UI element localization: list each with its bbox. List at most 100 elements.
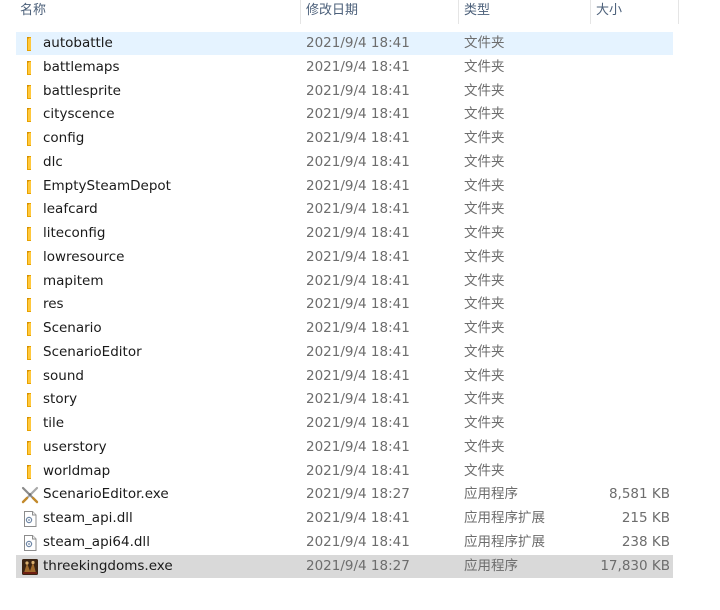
file-row-story[interactable]: story 2021/9/4 18:41 文件夹 bbox=[16, 388, 673, 411]
folder-icon bbox=[21, 463, 39, 481]
file-row-dlc[interactable]: dlc 2021/9/4 18:41 文件夹 bbox=[16, 151, 673, 174]
file-size bbox=[577, 294, 670, 315]
file-name: ScenarioEditor bbox=[43, 343, 142, 360]
file-date-modified: 2021/9/4 18:41 bbox=[306, 130, 410, 146]
column-header-type[interactable]: 类型 bbox=[458, 0, 590, 24]
column-divider[interactable] bbox=[678, 0, 679, 24]
folder-icon bbox=[21, 439, 39, 457]
file-size: 215 KB bbox=[621, 510, 670, 526]
file-type: 文件夹 bbox=[464, 130, 505, 146]
file-type: 文件夹 bbox=[464, 391, 505, 408]
file-size bbox=[577, 33, 670, 54]
file-size bbox=[577, 318, 670, 339]
file-type: 文件夹 bbox=[464, 58, 505, 75]
file-name: Scenario bbox=[43, 320, 102, 336]
file-row-leafcard[interactable]: leafcard 2021/9/4 18:41 文件夹 bbox=[16, 198, 673, 221]
file-row-cityscence[interactable]: cityscence 2021/9/4 18:41 文件夹 bbox=[16, 103, 673, 126]
file-name: tile bbox=[43, 415, 65, 431]
column-header-name[interactable]: 名称 bbox=[14, 0, 300, 24]
crossed-swords-exe-icon bbox=[21, 486, 39, 504]
file-name: battlemaps bbox=[43, 58, 120, 75]
file-date-modified: 2021/9/4 18:41 bbox=[306, 343, 410, 360]
file-name: liteconfig bbox=[43, 225, 106, 241]
file-date-modified: 2021/9/4 18:41 bbox=[306, 106, 410, 123]
file-date-modified: 2021/9/4 18:41 bbox=[306, 462, 410, 479]
file-date-modified: 2021/9/4 18:41 bbox=[306, 58, 410, 75]
file-row-steam-api-dll[interactable]: steam_api.dll 2021/9/4 18:41 应用程序扩展 215 KB bbox=[16, 507, 673, 530]
file-type: 文件夹 bbox=[464, 106, 505, 123]
file-explorer-details-view: 名称 修改日期 类型 大小 autobattle 2021/9/4 18:41 文件… bbox=[0, 0, 720, 610]
file-date-modified: 2021/9/4 18:41 bbox=[306, 201, 410, 218]
dll-file-icon bbox=[21, 534, 39, 552]
folder-icon bbox=[21, 35, 39, 53]
column-header-date-modified[interactable]: 修改日期 bbox=[300, 0, 458, 24]
file-row-config[interactable]: config 2021/9/4 18:41 文件夹 bbox=[16, 127, 673, 150]
file-date-modified: 2021/9/4 18:41 bbox=[306, 438, 410, 455]
file-size bbox=[577, 271, 670, 292]
folder-icon bbox=[21, 296, 39, 314]
file-name: cityscence bbox=[43, 106, 115, 123]
file-date-modified: 2021/9/4 18:27 bbox=[306, 486, 410, 503]
folder-icon bbox=[21, 249, 39, 267]
folder-icon bbox=[21, 225, 39, 243]
file-size: 8,581 KB bbox=[608, 486, 670, 503]
file-type: 文件夹 bbox=[464, 177, 505, 194]
file-date-modified: 2021/9/4 18:41 bbox=[306, 225, 410, 241]
file-row-scenarioeditor-exe[interactable]: ScenarioEditor.exe 2021/9/4 18:27 应用程序 8,58… bbox=[16, 483, 673, 506]
file-type: 应用程序扩展 bbox=[464, 533, 545, 550]
file-date-modified: 2021/9/4 18:41 bbox=[306, 415, 410, 431]
file-name: threekingdoms.exe bbox=[43, 557, 173, 574]
folder-icon bbox=[21, 344, 39, 362]
file-size bbox=[577, 81, 670, 102]
file-row-liteconfig[interactable]: liteconfig 2021/9/4 18:41 文件夹 bbox=[16, 222, 673, 245]
file-row-battlesprite[interactable]: battlesprite 2021/9/4 18:41 文件夹 bbox=[16, 80, 673, 103]
file-row-mapitem[interactable]: mapitem 2021/9/4 18:41 文件夹 bbox=[16, 270, 673, 293]
file-date-modified: 2021/9/4 18:41 bbox=[306, 320, 410, 336]
file-name: EmptySteamDepot bbox=[43, 177, 171, 194]
file-date-modified: 2021/9/4 18:41 bbox=[306, 82, 410, 99]
file-type: 文件夹 bbox=[464, 225, 505, 241]
file-row-autobattle[interactable]: autobattle 2021/9/4 18:41 文件夹 bbox=[16, 32, 673, 55]
file-row-emptysteamdepot[interactable]: EmptySteamDepot 2021/9/4 18:41 文件夹 bbox=[16, 175, 673, 198]
file-type: 文件夹 bbox=[464, 35, 505, 51]
file-name: dlc bbox=[43, 153, 63, 170]
file-row-scenario[interactable]: Scenario 2021/9/4 18:41 文件夹 bbox=[16, 317, 673, 340]
file-date-modified: 2021/9/4 18:41 bbox=[306, 153, 410, 170]
file-row-userstory[interactable]: userstory 2021/9/4 18:41 文件夹 bbox=[16, 436, 673, 459]
file-type: 文件夹 bbox=[464, 82, 505, 99]
column-header-size[interactable]: 大小 bbox=[590, 0, 678, 24]
file-name: leafcard bbox=[43, 201, 98, 218]
folder-icon bbox=[21, 273, 39, 291]
file-name: config bbox=[43, 130, 85, 146]
file-date-modified: 2021/9/4 18:41 bbox=[306, 272, 410, 289]
file-size bbox=[577, 247, 670, 268]
file-name: story bbox=[43, 391, 78, 408]
file-name: ScenarioEditor.exe bbox=[43, 486, 169, 503]
file-date-modified: 2021/9/4 18:41 bbox=[306, 533, 410, 550]
file-row-scenarioeditor[interactable]: ScenarioEditor 2021/9/4 18:41 文件夹 bbox=[16, 341, 673, 364]
file-type: 文件夹 bbox=[464, 153, 505, 170]
file-name: userstory bbox=[43, 438, 107, 455]
file-row-steam-api64-dll[interactable]: steam_api64.dll 2021/9/4 18:41 应用程序扩展 238 K… bbox=[16, 531, 673, 554]
folder-icon bbox=[21, 201, 39, 219]
file-row-sound[interactable]: sound 2021/9/4 18:41 文件夹 bbox=[16, 365, 673, 388]
file-row-res[interactable]: res 2021/9/4 18:41 文件夹 bbox=[16, 293, 673, 316]
file-row-threekingdoms-exe[interactable]: threekingdoms.exe 2021/9/4 18:27 应用程序 17,83… bbox=[16, 554, 673, 578]
column-header-bar: 名称 修改日期 类型 大小 bbox=[0, 0, 720, 24]
file-name: battlesprite bbox=[43, 82, 121, 99]
file-size bbox=[577, 57, 670, 78]
folder-icon bbox=[21, 154, 39, 172]
file-date-modified: 2021/9/4 18:41 bbox=[306, 296, 410, 313]
file-size bbox=[577, 176, 670, 197]
file-type: 文件夹 bbox=[464, 272, 505, 289]
file-date-modified: 2021/9/4 18:41 bbox=[306, 177, 410, 194]
file-size bbox=[577, 199, 670, 220]
file-size bbox=[577, 342, 670, 363]
file-size bbox=[577, 413, 670, 434]
file-row-worldmap[interactable]: worldmap 2021/9/4 18:41 文件夹 bbox=[16, 460, 673, 483]
file-row-tile[interactable]: tile 2021/9/4 18:41 文件夹 bbox=[16, 412, 673, 435]
file-row-battlemaps[interactable]: battlemaps 2021/9/4 18:41 文件夹 bbox=[16, 56, 673, 79]
file-date-modified: 2021/9/4 18:41 bbox=[306, 35, 410, 51]
file-row-lowresource[interactable]: lowresource 2021/9/4 18:41 文件夹 bbox=[16, 246, 673, 269]
file-name: lowresource bbox=[43, 248, 125, 265]
